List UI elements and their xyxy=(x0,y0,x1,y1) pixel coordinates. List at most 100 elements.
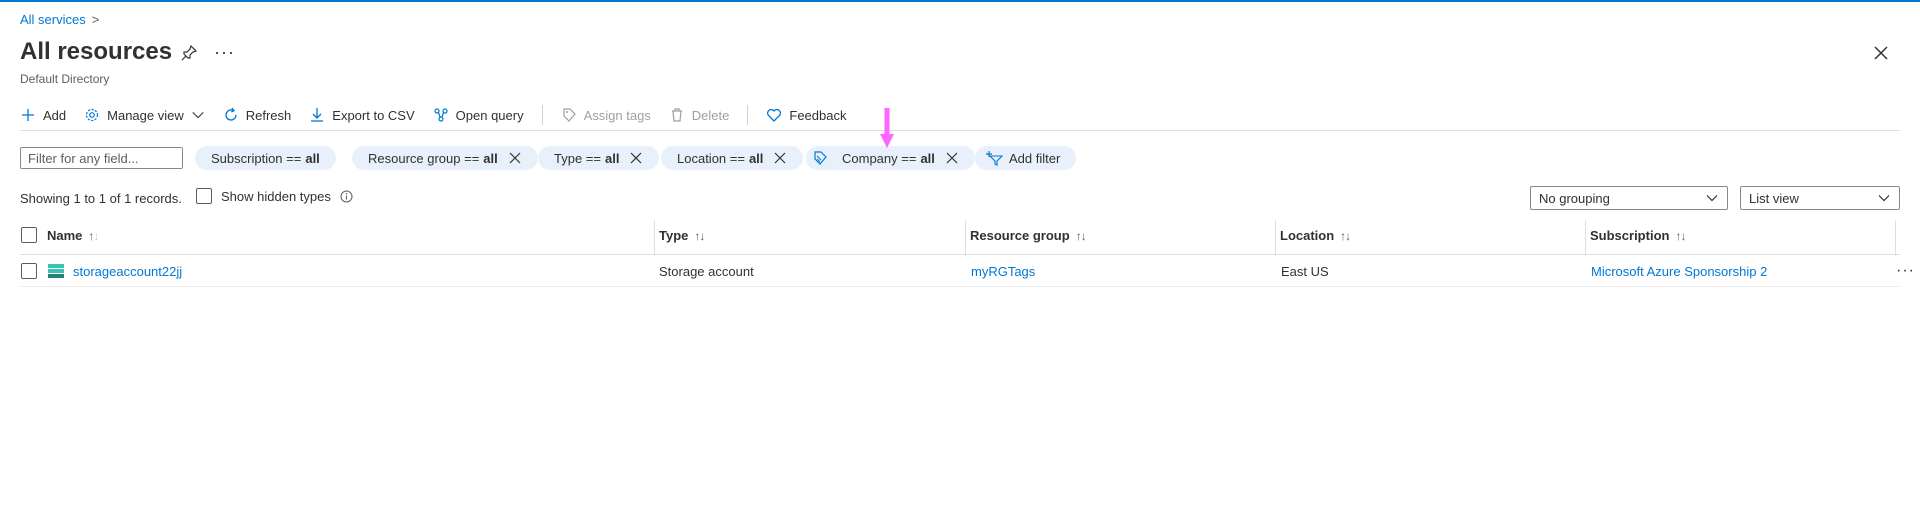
filter-type[interactable]: Type == all xyxy=(538,146,660,170)
add-filter-label: Add filter xyxy=(1009,150,1061,166)
filter-type-label: Type == xyxy=(554,150,601,166)
filter-resource-group-label: Resource group == xyxy=(368,150,480,166)
add-filter-button[interactable]: Add filter xyxy=(975,146,1077,170)
view-dropdown[interactable]: List view xyxy=(1740,186,1900,210)
resource-name-link[interactable]: storageaccount22jj xyxy=(73,264,182,279)
sort-icon: ↑↓ xyxy=(1075,228,1087,243)
column-header-location[interactable]: Location ↑↓ xyxy=(1280,228,1351,243)
refresh-button[interactable]: Refresh xyxy=(223,107,292,123)
open-query-button[interactable]: Open query xyxy=(433,107,524,123)
more-options-button[interactable]: ··· xyxy=(214,42,235,63)
subscription-link[interactable]: Microsoft Azure Sponsorship 2 xyxy=(1591,264,1767,279)
breadcrumb: All services > xyxy=(20,12,99,27)
column-header-subscription[interactable]: Subscription ↑↓ xyxy=(1590,228,1686,243)
sort-icon: ↑↓ xyxy=(1675,228,1686,243)
row-checkbox[interactable] xyxy=(21,263,37,279)
toolbar-divider-line xyxy=(20,130,1900,131)
sort-ascending-icon: ↑↓ xyxy=(88,228,99,243)
column-header-name-label: Name xyxy=(47,228,83,243)
column-divider xyxy=(1585,220,1586,256)
table-row-divider xyxy=(20,286,1900,287)
export-csv-label: Export to CSV xyxy=(332,107,415,123)
filter-company-value: all xyxy=(920,150,935,166)
feedback-label: Feedback xyxy=(789,107,847,123)
filter-subscription-label: Subscription == xyxy=(211,150,302,166)
chevron-down-icon xyxy=(192,112,204,119)
add-button[interactable]: Add xyxy=(20,107,66,123)
records-count: Showing 1 to 1 of 1 records. xyxy=(20,191,182,206)
show-hidden-types: Show hidden types xyxy=(196,188,353,204)
table-header-divider xyxy=(20,254,1900,255)
show-hidden-types-label: Show hidden types xyxy=(221,188,331,204)
chevron-down-icon xyxy=(1878,195,1890,202)
column-divider xyxy=(1895,220,1896,256)
refresh-icon xyxy=(225,107,237,121)
filter-subscription[interactable]: Subscription == all xyxy=(195,146,336,170)
download-icon xyxy=(311,108,324,122)
tag-icon xyxy=(562,108,576,122)
delete-label: Delete xyxy=(691,107,730,123)
sort-icon: ↑↓ xyxy=(694,228,705,243)
add-label: Add xyxy=(43,107,67,123)
trash-icon xyxy=(671,108,682,122)
close-icon[interactable] xyxy=(1872,44,1890,62)
column-header-type[interactable]: Type ↑↓ xyxy=(659,228,705,243)
gear-icon xyxy=(86,108,99,122)
tag-icon xyxy=(814,151,827,165)
chevron-down-icon xyxy=(1706,195,1718,202)
annotation-arrow-icon xyxy=(880,108,894,148)
column-header-resource-group[interactable]: Resource group ↑↓ xyxy=(970,228,1087,243)
filter-input[interactable] xyxy=(20,147,183,169)
select-all-checkbox[interactable] xyxy=(21,227,37,243)
filter-subscription-value: all xyxy=(305,150,320,166)
command-bar: Add Manage view Refresh Export to CSV Op… xyxy=(20,103,864,127)
portal-top-border xyxy=(0,0,1920,2)
breadcrumb-all-services[interactable]: All services xyxy=(20,12,86,27)
filter-type-value: all xyxy=(604,150,620,166)
page-subtitle: Default Directory xyxy=(20,72,110,86)
storage-account-icon xyxy=(48,264,64,278)
add-filter-icon xyxy=(986,151,1003,166)
column-header-name[interactable]: Name ↑↓ xyxy=(47,228,99,243)
close-icon[interactable] xyxy=(773,151,787,165)
close-icon[interactable] xyxy=(629,151,643,165)
page-title: All resources xyxy=(20,38,173,65)
column-header-type-label: Type xyxy=(659,228,689,243)
toolbar-divider xyxy=(747,105,749,125)
heart-icon xyxy=(767,108,782,122)
filter-location[interactable]: Location == all xyxy=(661,146,804,170)
plus-icon xyxy=(22,109,34,121)
view-value: List view xyxy=(1749,190,1799,206)
show-hidden-types-checkbox[interactable] xyxy=(196,188,212,204)
breadcrumb-separator: > xyxy=(91,12,100,27)
filter-location-value: all xyxy=(748,150,764,166)
grouping-dropdown[interactable]: No grouping xyxy=(1530,186,1728,210)
manage-view-label: Manage view xyxy=(107,107,184,123)
row-more-button[interactable]: ··· xyxy=(1896,262,1915,280)
feedback-button[interactable]: Feedback xyxy=(766,107,846,123)
column-divider xyxy=(654,220,655,256)
column-header-resource-group-label: Resource group xyxy=(970,228,1070,243)
assign-tags-button[interactable]: Assign tags xyxy=(561,107,651,123)
pin-icon[interactable] xyxy=(180,44,198,62)
assign-tags-label: Assign tags xyxy=(583,107,651,123)
resource-type: Storage account xyxy=(659,264,754,279)
filter-resource-group-value: all xyxy=(483,150,498,166)
info-icon[interactable] xyxy=(340,190,353,203)
filter-location-label: Location == xyxy=(677,150,745,166)
filter-company-label: Company == xyxy=(842,150,917,166)
resource-group-link[interactable]: myRGTags xyxy=(971,264,1035,279)
open-query-label: Open query xyxy=(455,107,524,123)
column-header-subscription-label: Subscription xyxy=(1590,228,1670,243)
sort-icon: ↑↓ xyxy=(1340,228,1351,243)
delete-button[interactable]: Delete xyxy=(669,107,730,123)
close-icon[interactable] xyxy=(508,151,522,165)
column-header-location-label: Location xyxy=(1280,228,1335,243)
export-csv-button[interactable]: Export to CSV xyxy=(309,107,415,123)
refresh-label: Refresh xyxy=(245,107,292,123)
grouping-value: No grouping xyxy=(1539,190,1610,206)
filter-resource-group[interactable]: Resource group == all xyxy=(352,146,538,170)
column-divider xyxy=(965,220,966,256)
close-icon[interactable] xyxy=(945,151,959,165)
manage-view-button[interactable]: Manage view xyxy=(84,107,205,123)
